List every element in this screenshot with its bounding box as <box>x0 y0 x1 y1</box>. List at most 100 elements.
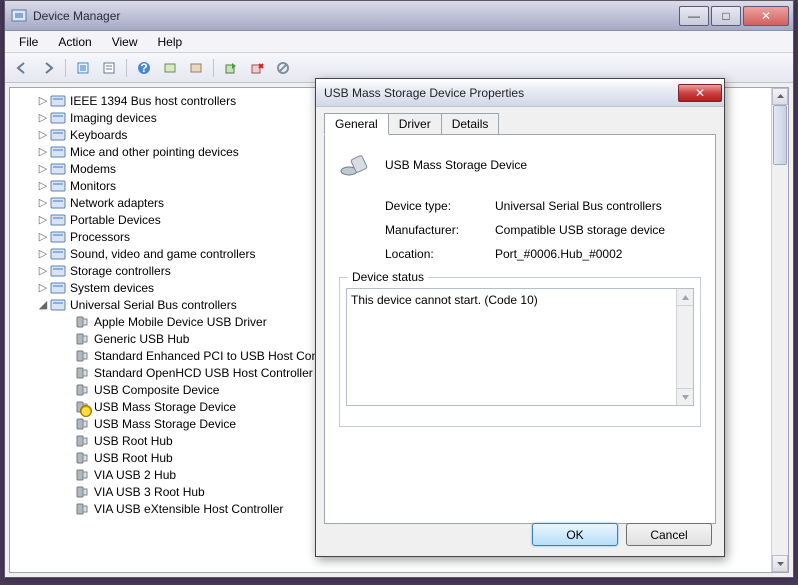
tree-item-label: Processors <box>70 230 130 244</box>
tree-item-label: Apple Mobile Device USB Driver <box>94 315 267 329</box>
menubar: File Action View Help <box>5 31 793 53</box>
svg-text:?: ? <box>140 61 147 75</box>
category-icon <box>50 127 66 143</box>
expand-icon[interactable]: ▷ <box>36 145 50 158</box>
category-icon <box>50 161 66 177</box>
category-icon <box>50 93 66 109</box>
status-scrollbar[interactable] <box>676 289 693 405</box>
usb-device-icon <box>74 484 90 500</box>
category-icon <box>50 297 66 313</box>
usb-device-icon <box>74 365 90 381</box>
usb-device-icon <box>74 501 90 517</box>
category-icon <box>50 195 66 211</box>
tree-item-label: Monitors <box>70 179 116 193</box>
tab-content-general: USB Mass Storage Device Device type: Uni… <box>324 134 716 524</box>
manufacturer-label: Manufacturer: <box>385 223 495 237</box>
tab-details[interactable]: Details <box>441 113 500 134</box>
uninstall-button[interactable] <box>246 57 268 79</box>
back-button[interactable] <box>11 57 33 79</box>
expand-icon[interactable]: ▷ <box>36 94 50 107</box>
disable-button[interactable] <box>272 57 294 79</box>
expand-icon[interactable]: ▷ <box>36 111 50 124</box>
update-driver-button[interactable] <box>220 57 242 79</box>
window-title: Device Manager <box>33 9 679 23</box>
device-type-value: Universal Serial Bus controllers <box>495 199 701 213</box>
expand-icon[interactable]: ▷ <box>36 179 50 192</box>
menu-action[interactable]: Action <box>50 33 99 51</box>
expand-icon[interactable]: ▷ <box>36 281 50 294</box>
usb-device-icon <box>74 433 90 449</box>
category-icon <box>50 229 66 245</box>
forward-button[interactable] <box>37 57 59 79</box>
close-button[interactable]: ✕ <box>743 6 789 26</box>
tree-item-label: USB Mass Storage Device <box>94 417 236 431</box>
maximize-button[interactable]: □ <box>711 6 741 26</box>
menu-view[interactable]: View <box>104 33 146 51</box>
toolbar-button-1[interactable] <box>185 57 207 79</box>
status-scroll-down[interactable] <box>677 388 693 405</box>
tree-item-label: Portable Devices <box>70 213 161 227</box>
scroll-up-button[interactable] <box>772 88 788 105</box>
menu-file[interactable]: File <box>11 33 46 51</box>
tree-item-label: Modems <box>70 162 116 176</box>
tree-item-label: Network adapters <box>70 196 164 210</box>
menu-help[interactable]: Help <box>150 33 191 51</box>
device-status-textbox[interactable]: This device cannot start. (Code 10) <box>346 288 694 406</box>
tab-driver[interactable]: Driver <box>388 113 442 134</box>
cancel-button[interactable]: Cancel <box>626 523 712 546</box>
dialog-close-button[interactable]: ✕ <box>678 84 722 102</box>
location-value: Port_#0006.Hub_#0002 <box>495 247 701 261</box>
usb-device-icon <box>74 348 90 364</box>
minimize-button[interactable]: — <box>679 6 709 26</box>
expand-icon[interactable]: ▷ <box>36 128 50 141</box>
help-button[interactable]: ? <box>133 57 155 79</box>
category-icon <box>50 263 66 279</box>
titlebar[interactable]: Device Manager — □ ✕ <box>5 1 793 31</box>
scroll-down-button[interactable] <box>772 555 788 572</box>
expand-icon[interactable]: ▷ <box>36 213 50 226</box>
usb-device-icon <box>74 467 90 483</box>
dialog-titlebar[interactable]: USB Mass Storage Device Properties ✕ <box>316 79 724 107</box>
usb-device-icon <box>74 416 90 432</box>
device-details-grid: Device type: Universal Serial Bus contro… <box>385 199 701 261</box>
tree-item-label: System devices <box>70 281 154 295</box>
usb-device-icon <box>74 314 90 330</box>
tree-item-label: Generic USB Hub <box>94 332 189 346</box>
show-hidden-button[interactable] <box>72 57 94 79</box>
tree-item-label: VIA USB 2 Hub <box>94 468 176 482</box>
category-icon <box>50 280 66 296</box>
status-scroll-up[interactable] <box>677 289 693 306</box>
category-icon <box>50 144 66 160</box>
properties-button[interactable] <box>98 57 120 79</box>
tree-item-label: USB Root Hub <box>94 434 173 448</box>
expand-icon[interactable]: ▷ <box>36 264 50 277</box>
tree-item-label: Storage controllers <box>70 264 171 278</box>
usb-device-icon <box>74 450 90 466</box>
usb-device-icon <box>339 149 371 181</box>
expand-icon[interactable]: ▷ <box>36 162 50 175</box>
device-properties-dialog: USB Mass Storage Device Properties ✕ Gen… <box>315 78 725 557</box>
vertical-scrollbar[interactable] <box>771 88 788 572</box>
dialog-title: USB Mass Storage Device Properties <box>324 86 678 100</box>
ok-button[interactable]: OK <box>532 523 618 546</box>
tree-item-label: USB Root Hub <box>94 451 173 465</box>
device-type-label: Device type: <box>385 199 495 213</box>
tab-general[interactable]: General <box>324 113 389 135</box>
category-icon <box>50 246 66 262</box>
scan-button[interactable] <box>159 57 181 79</box>
tree-item-label: VIA USB eXtensible Host Controller <box>94 502 283 516</box>
tree-item-label: Standard OpenHCD USB Host Controller <box>94 366 313 380</box>
expand-icon[interactable]: ▷ <box>36 230 50 243</box>
expand-icon[interactable]: ▷ <box>36 196 50 209</box>
manufacturer-value: Compatible USB storage device <box>495 223 701 237</box>
tree-item-label: VIA USB 3 Root Hub <box>94 485 205 499</box>
expand-icon[interactable]: ◢ <box>36 298 50 311</box>
tree-item-label: Universal Serial Bus controllers <box>70 298 237 312</box>
category-icon <box>50 110 66 126</box>
tree-item-label: USB Mass Storage Device <box>94 400 236 414</box>
scroll-thumb[interactable] <box>773 105 787 165</box>
tree-item-label: Imaging devices <box>70 111 157 125</box>
location-label: Location: <box>385 247 495 261</box>
expand-icon[interactable]: ▷ <box>36 247 50 260</box>
tree-item-label: Mice and other pointing devices <box>70 145 239 159</box>
